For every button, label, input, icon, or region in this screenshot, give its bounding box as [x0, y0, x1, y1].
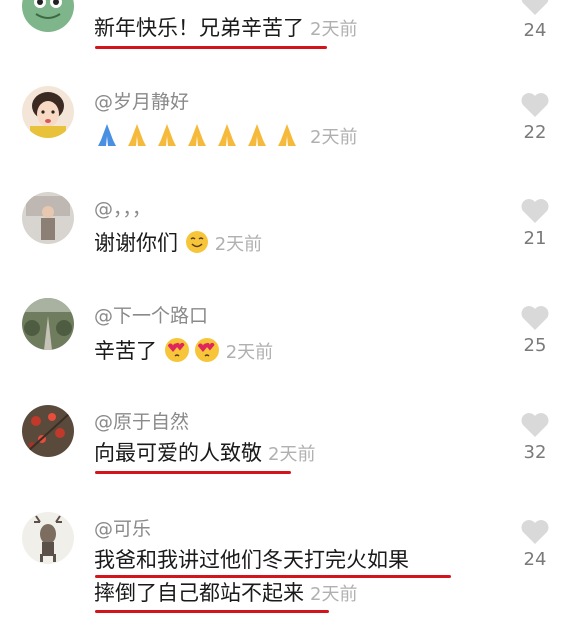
comment-text-line: 谢谢你们: [94, 231, 178, 255]
heart-icon: [521, 520, 549, 544]
like-button[interactable]: 22: [512, 92, 558, 143]
comment-text-line: 我爸和我讲过他们冬天打完火如果: [94, 548, 409, 572]
like-count: 25: [523, 335, 547, 356]
comment-time: 2天前: [214, 234, 263, 255]
like-count: 22: [523, 122, 547, 143]
comment-text: 向最可爱的人致敬 2天前: [94, 443, 315, 464]
comment-text: 我爸和我讲过他们冬天打完火如果: [94, 550, 409, 571]
red-underline: [95, 46, 327, 49]
comment-text: 2天前: [94, 122, 357, 152]
red-underline: [95, 610, 329, 613]
like-button[interactable]: 24: [512, 0, 558, 41]
like-button[interactable]: 25: [512, 305, 558, 356]
comment-time: 2天前: [225, 342, 274, 363]
like-button[interactable]: 32: [512, 412, 558, 463]
heart-icon: [521, 93, 549, 117]
comment-username[interactable]: @下一个路口: [94, 301, 208, 328]
like-button[interactable]: 21: [512, 198, 558, 249]
pray-hands-emoji: [94, 122, 304, 152]
comment-username[interactable]: @可乐: [94, 514, 151, 541]
comment-text-line: 新年快乐！兄弟辛苦了: [94, 16, 304, 40]
heart-icon: [521, 306, 549, 330]
comment-text: 新年快乐！兄弟辛苦了 2天前: [94, 18, 357, 39]
comment-time: 2天前: [310, 19, 358, 40]
comment-text-line: 摔倒了自己都站不起来: [94, 581, 304, 605]
comment-username[interactable]: @，，，: [94, 194, 151, 221]
red-underline: [95, 471, 291, 474]
comment-text: 辛苦了 2天前: [94, 337, 273, 367]
like-count: 24: [523, 549, 547, 570]
person-avatar-icon[interactable]: [22, 192, 74, 244]
heart-icon: [521, 199, 549, 223]
frog-avatar-icon[interactable]: [22, 0, 74, 32]
smiling-face-emoji: [185, 230, 209, 258]
comment-username[interactable]: @岁月静好: [94, 87, 189, 114]
like-count: 32: [523, 442, 547, 463]
comment-username[interactable]: @原于自然: [94, 407, 189, 434]
heart-eyes-kiss-emoji: [164, 337, 220, 367]
berries-avatar-icon[interactable]: [22, 405, 74, 457]
road-avatar-icon[interactable]: [22, 298, 74, 350]
comment-time: 2天前: [268, 444, 316, 465]
like-count: 24: [523, 20, 547, 41]
heart-icon: [521, 413, 549, 437]
like-button[interactable]: 24: [512, 519, 558, 570]
heart-icon: [521, 0, 549, 15]
girl-avatar-icon[interactable]: [22, 86, 74, 138]
deer-avatar-icon[interactable]: [22, 512, 74, 564]
comment-text-line: 辛苦了: [94, 339, 157, 363]
comment-text: 摔倒了自己都站不起来 2天前: [94, 583, 357, 604]
comment-time: 2天前: [310, 584, 358, 605]
comment-time: 2天前: [310, 127, 358, 148]
comment-text-line: 向最可爱的人致敬: [94, 441, 262, 465]
like-count: 21: [523, 228, 547, 249]
comment-text: 谢谢你们 2天前: [94, 230, 262, 258]
red-underline: [95, 575, 451, 578]
